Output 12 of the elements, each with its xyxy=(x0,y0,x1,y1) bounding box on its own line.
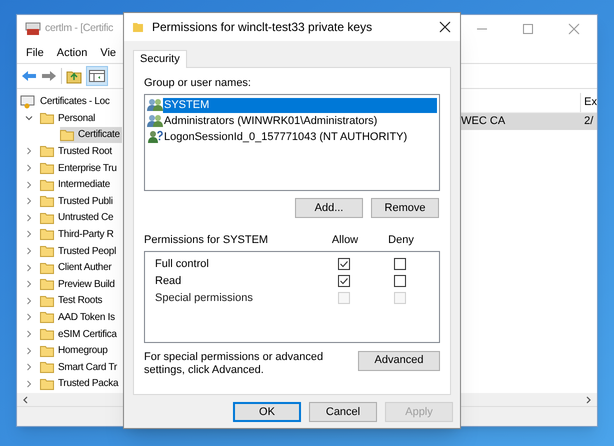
table-cell-text: 2/ xyxy=(584,114,594,130)
column-header: Allow xyxy=(330,233,360,248)
permission-name: Read xyxy=(154,274,182,289)
window-title: certlm - [Certific xyxy=(45,21,114,36)
advanced-note: For special permissions or advanced settings, click Advanced. xyxy=(144,350,324,376)
permissions-label: Permissions for SYSTEM xyxy=(144,233,270,248)
permission-name: Special permissions xyxy=(154,290,254,306)
permission-name: Full control xyxy=(154,256,210,272)
dialog-title: Permissions for winclt-test33 private keys xyxy=(152,19,372,36)
table-cell-text: WEC CA xyxy=(461,114,506,130)
column-header: Deny xyxy=(387,233,415,248)
group-label: Group or user names: xyxy=(144,77,252,90)
